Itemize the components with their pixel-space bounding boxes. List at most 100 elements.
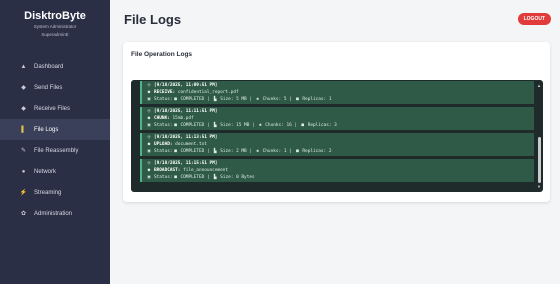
- send-icon: ◆: [21, 85, 26, 91]
- sidebar-item-file-logs[interactable]: ▌ File Logs: [0, 119, 110, 140]
- check-icon: ■: [174, 123, 177, 128]
- status-label: Status:: [154, 175, 173, 180]
- streaming-icon: ⚡: [19, 190, 28, 196]
- log-entry: ◷ [9/18/2025, 11:09:51 PM] ● RECEIVE: confi…: [140, 81, 534, 104]
- puzzle-icon: ✱: [256, 149, 259, 154]
- log-scrollbar[interactable]: ▲ ▼: [537, 83, 541, 189]
- log-action: UPLOAD:: [154, 142, 173, 147]
- brand-title: DisktroByte: [24, 10, 86, 22]
- sidebar-item-administration[interactable]: ✿ Administration: [0, 203, 110, 224]
- log-list[interactable]: ◷ [9/18/2025, 11:09:51 PM] ● RECEIVE: confi…: [131, 80, 543, 192]
- scroll-thumb[interactable]: [538, 137, 541, 183]
- gear-icon: ✿: [20, 211, 27, 217]
- log-time: [9/18/2025, 11:11:51 PM]: [154, 109, 218, 114]
- log-replicas: 3: [334, 123, 337, 128]
- scroll-down-icon[interactable]: ▼: [537, 184, 541, 189]
- log-file: 15mb.pdf: [172, 116, 194, 121]
- log-time: [9/18/2025, 11:09:51 PM]: [154, 83, 218, 88]
- card-title: File Operation Logs: [131, 51, 193, 58]
- size-icon: ▙: [213, 97, 217, 102]
- log-status: COMPLETED: [180, 123, 205, 128]
- log-entry: ◷ [9/18/2025, 11:13:51 PM] ● UPLOAD: docume…: [140, 133, 534, 156]
- sidebar-item-network[interactable]: ● Network: [0, 161, 110, 182]
- size-label: Size:: [220, 123, 234, 128]
- sidebar-item-receive-files[interactable]: ◆ Receive Files: [0, 98, 110, 119]
- action-icon: ●: [147, 168, 151, 173]
- clock-icon: ◷: [147, 83, 151, 88]
- size-label: Size:: [220, 175, 234, 180]
- check-icon: ■: [174, 149, 177, 154]
- logout-button[interactable]: LOGOUT: [517, 13, 551, 25]
- dashboard-icon: ▲: [20, 63, 27, 70]
- sidebar-item-label: Receive Files: [34, 105, 71, 112]
- puzzle-icon: ✱: [258, 123, 262, 128]
- log-time: [9/18/2025, 11:15:51 PM]: [154, 161, 218, 166]
- brand-user: SuperadminE: [41, 32, 69, 37]
- clock-icon: ◷: [147, 161, 151, 166]
- replicas-label: Replicas:: [307, 123, 332, 128]
- check-icon: ■: [174, 175, 177, 180]
- brand-role: System Administrator: [33, 24, 77, 29]
- action-icon: ●: [147, 90, 151, 95]
- status-icon: ▣: [147, 123, 151, 128]
- status-icon: ▣: [147, 97, 151, 102]
- scroll-up-icon[interactable]: ▲: [537, 83, 541, 88]
- sidebar-item-label: File Reassembly: [34, 147, 79, 154]
- chunks-label: Chunks:: [262, 149, 282, 154]
- sidebar-item-label: File Logs: [34, 126, 59, 133]
- replicas-icon: ■: [296, 149, 299, 154]
- log-entry: ◷ [9/18/2025, 11:15:51 PM] ● BROADCAST: fil…: [140, 159, 534, 182]
- status-label: Status:: [154, 97, 173, 102]
- clock-icon: ◷: [147, 109, 151, 114]
- log-action: CHUNK:: [154, 116, 170, 121]
- sidebar-item-label: Dashboard: [34, 63, 64, 70]
- action-icon: ●: [147, 116, 151, 121]
- main-content: File Logs LOGOUT File Operation Logs ◷ [9…: [110, 0, 560, 284]
- log-action: RECEIVE:: [154, 90, 176, 95]
- sidebar-item-send-files[interactable]: ◆ Send Files: [0, 77, 110, 98]
- log-size: 2 MB: [236, 149, 247, 154]
- log-chunks: 5: [283, 97, 287, 102]
- sidebar-item-label: Administration: [34, 210, 73, 217]
- network-icon: ●: [21, 168, 26, 175]
- size-label: Size:: [220, 97, 234, 102]
- sidebar-nav: ▲ Dashboard ◆ Send Files ◆ Receive Files ▌ File…: [0, 56, 110, 224]
- sidebar: DisktroByte System Administrator Superad…: [0, 0, 110, 284]
- check-icon: ■: [174, 97, 177, 102]
- log-size: 0 Bytes: [236, 175, 255, 180]
- status-icon: ▣: [147, 149, 151, 154]
- logs-icon: ▌: [21, 126, 26, 133]
- replicas-icon: ■: [301, 123, 305, 128]
- sidebar-item-file-reassembly[interactable]: ✎ File Reassembly: [0, 140, 110, 161]
- chunks-label: Chunks:: [265, 123, 284, 128]
- action-icon: ●: [147, 142, 151, 147]
- replicas-icon: ■: [296, 97, 299, 102]
- sidebar-item-streaming[interactable]: ⚡ Streaming: [0, 182, 110, 203]
- topbar: File Logs LOGOUT: [110, 0, 560, 38]
- log-entry: ◷ [9/18/2025, 11:11:51 PM] ● CHUNK: 15mb.pd…: [140, 107, 534, 130]
- sidebar-item-dashboard[interactable]: ▲ Dashboard: [0, 56, 110, 77]
- brand: DisktroByte System Administrator Superad…: [0, 0, 110, 44]
- sidebar-item-label: Network: [34, 168, 57, 175]
- log-chunks: 1: [283, 149, 287, 154]
- file-operation-logs-card: File Operation Logs ◷ [9/18/2025, 11:09:5…: [123, 42, 550, 202]
- log-replicas: 2: [328, 149, 332, 154]
- sidebar-item-label: Streaming: [34, 189, 62, 196]
- log-status: COMPLETED: [180, 97, 205, 102]
- wrench-icon: ✎: [20, 148, 27, 154]
- status-label: Status:: [154, 123, 173, 128]
- log-status: COMPLETED: [180, 175, 205, 180]
- log-time: [9/18/2025, 11:13:51 PM]: [154, 135, 218, 140]
- receive-icon: ◆: [21, 106, 26, 112]
- status-icon: ▣: [147, 175, 151, 180]
- log-size: 15 MB: [236, 123, 250, 128]
- log-file: file_announcement: [183, 168, 229, 173]
- log-replicas: 1: [328, 97, 332, 102]
- size-icon: ▙: [213, 149, 217, 154]
- chunks-label: Chunks:: [262, 97, 282, 102]
- size-icon: ▙: [213, 175, 217, 180]
- log-action: BROADCAST:: [154, 168, 181, 173]
- size-label: Size:: [220, 149, 234, 154]
- sidebar-item-label: Send Files: [34, 84, 63, 91]
- replicas-label: Replicas:: [302, 97, 327, 102]
